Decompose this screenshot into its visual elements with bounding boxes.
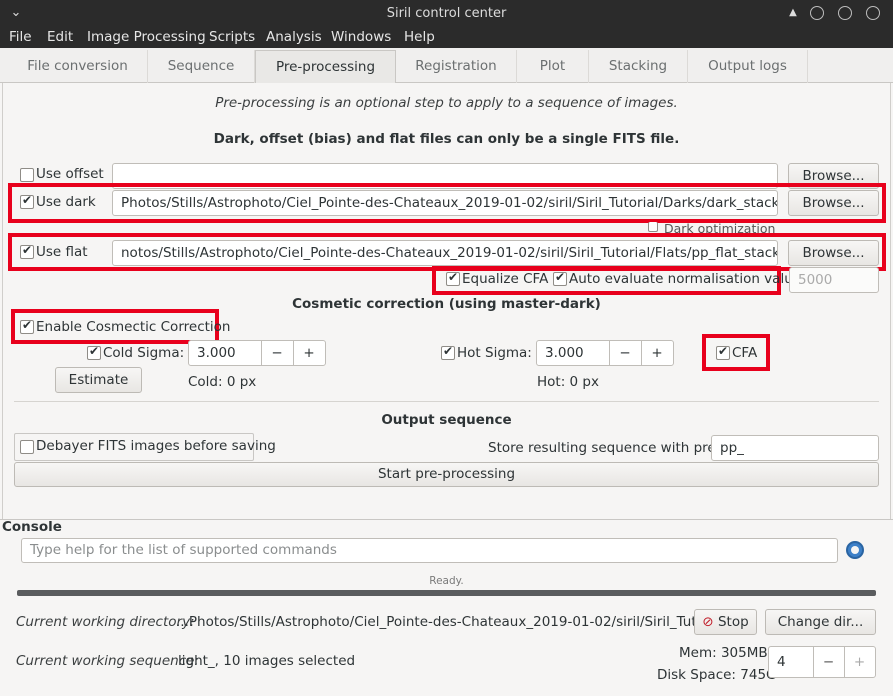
intro-text: Pre-processing is an optional step to ap… [215,95,678,111]
menu-edit[interactable]: Edit [47,27,73,48]
cfa-label: CFA [732,345,758,361]
lifebuoy-help-icon[interactable] [846,541,864,559]
stop-button[interactable]: ⊘ Stop [694,609,757,635]
cwd-value: ...Photos/Stills/Astrophoto/Ciel_Pointe-… [176,614,727,630]
cwd-label: Current working directory: [16,614,195,630]
use-offset-checkbox[interactable] [20,168,34,182]
menu-windows[interactable]: Windows [331,27,391,48]
dark-optimization-checkbox[interactable] [648,222,658,232]
window-title: Siril control center [386,6,507,21]
estimate-button[interactable]: Estimate [55,367,142,393]
threads-plus-icon[interactable]: + [844,647,875,677]
menu-bar: File Edit Image Processing Scripts Analy… [0,27,893,48]
tab-stacking[interactable]: Stacking [589,50,688,83]
dark-optimization-label: Dark optimization [664,221,776,233]
hot-sigma-plus-icon[interactable]: + [641,341,673,365]
use-flat-checkbox[interactable] [20,243,34,259]
prefix-label: Store resulting sequence with prefix: [488,440,737,456]
use-flat-label: Use flat [36,244,88,260]
tab-registration[interactable]: Registration [396,50,517,83]
shade-icon[interactable]: ▲ [786,6,800,20]
flat-path-field[interactable]: notos/Stills/Astrophoto/Ciel_Pointe-des-… [112,240,778,266]
auto-normalisation-label: Auto evaluate normalisation value [569,271,802,287]
progress-bar [17,590,876,596]
tab-sequence[interactable]: Sequence [148,50,255,83]
dark-path-field[interactable]: Photos/Stills/Astrophoto/Ciel_Pointe-des… [112,190,778,216]
hot-sigma-label: Hot Sigma: [457,345,532,361]
hot-sigma-minus-icon[interactable]: − [609,341,641,365]
tab-file-conversion[interactable]: File conversion [8,50,148,83]
menu-image-processing[interactable]: Image Processing [87,27,206,48]
output-header: Output sequence [381,412,512,428]
menu-help[interactable]: Help [404,27,435,48]
maximize-button[interactable] [838,6,852,20]
cold-sigma-checkbox[interactable] [87,344,101,360]
status-text: Ready. [429,575,464,587]
debayer-checkbox[interactable] [20,440,34,454]
enable-cosmetic-label: Enable Cosmectic Correction [36,319,231,335]
hot-px-label: Hot: 0 px [537,374,599,390]
use-dark-checkbox[interactable] [20,193,34,209]
separator [14,401,879,402]
hot-sigma-value: 3.000 [545,345,584,361]
use-offset-label: Use offset [36,166,104,182]
hot-sigma-spinner[interactable]: 3.000 − + [536,340,674,366]
tab-plot[interactable]: Plot [517,50,589,83]
debayer-label: Debayer FITS images before saving [36,438,276,454]
enable-cosmetic-checkbox[interactable] [20,318,34,334]
threads-value: 4 [777,654,786,670]
menu-file[interactable]: File [9,27,32,48]
cold-sigma-spinner[interactable]: 3.000 − + [188,340,326,366]
disk-label: Disk Space: 745G [657,667,777,683]
dark-browse-button[interactable]: Browse... [788,190,879,216]
tab-pre-processing[interactable]: Pre-processing [255,50,396,83]
threads-minus-icon[interactable]: − [813,647,844,677]
menu-analysis[interactable]: Analysis [266,27,322,48]
cold-sigma-plus-icon[interactable]: + [293,341,325,365]
change-dir-button[interactable]: Change dir... [765,609,876,635]
stop-label: Stop [717,614,749,630]
close-button[interactable] [866,6,880,20]
cold-px-label: Cold: 0 px [188,374,257,390]
seq-value: light_, 10 images selected [178,653,356,669]
console-title: Console [2,519,62,535]
hot-sigma-checkbox[interactable] [441,344,455,360]
equalize-cfa-checkbox[interactable] [446,270,460,286]
cold-sigma-value: 3.000 [197,345,236,361]
note-text: Dark, offset (bias) and flat files can o… [213,131,680,147]
cfa-checkbox[interactable] [716,344,730,360]
threads-spinner[interactable]: 4 − + [768,646,876,678]
command-input[interactable]: Type help for the list of supported comm… [21,538,838,563]
flat-browse-button[interactable]: Browse... [788,240,879,266]
mem-label: Mem: 305MB [679,645,768,661]
menu-scripts[interactable]: Scripts [209,27,255,48]
start-preprocessing-button[interactable]: Start pre-processing [14,462,879,487]
title-bar: ⌄ Siril control center ▲ [0,0,893,27]
equalize-cfa-label: Equalize CFA [462,271,549,287]
stop-icon: ⊘ [702,614,714,630]
tab-output-logs[interactable]: Output logs [688,50,808,83]
minimize-button[interactable] [810,6,824,20]
cold-sigma-label: Cold Sigma: [103,345,185,361]
use-dark-label: Use dark [36,194,96,210]
auto-normalisation-checkbox[interactable] [553,270,567,286]
prefix-field[interactable]: pp_ [711,435,879,461]
notebook-tabs: File conversion Sequence Pre-processing … [0,48,893,83]
cold-sigma-minus-icon[interactable]: − [261,341,293,365]
normalisation-value-field[interactable]: 5000 [789,267,879,293]
seq-label: Current working sequence: [16,653,199,669]
